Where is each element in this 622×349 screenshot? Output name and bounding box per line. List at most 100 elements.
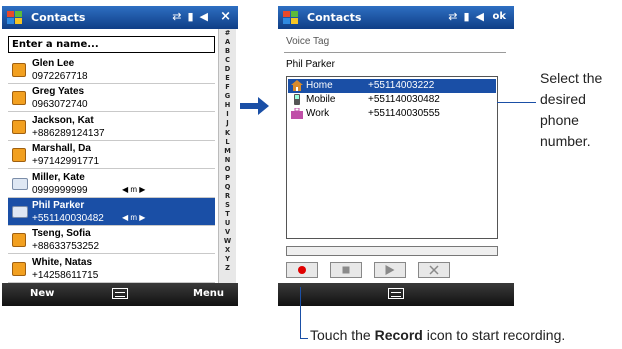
- alphabet-letter[interactable]: J: [219, 119, 236, 128]
- contact-icon: [12, 261, 26, 276]
- alphabet-letter[interactable]: S: [219, 201, 236, 210]
- signal-icon[interactable]: ▮: [463, 10, 469, 23]
- callout-line: [300, 338, 308, 339]
- contact-row[interactable]: Phil Parker +551140030482 ◀ m ▶: [8, 198, 215, 226]
- alphabet-letter[interactable]: #: [219, 29, 236, 38]
- alphabet-letter[interactable]: Q: [219, 183, 236, 192]
- record-button[interactable]: [286, 262, 318, 278]
- connectivity-icon[interactable]: ⇄: [448, 10, 457, 23]
- phone-label: Home: [306, 80, 333, 91]
- alphabet-letter[interactable]: Y: [219, 255, 236, 264]
- alphabet-letter[interactable]: U: [219, 219, 236, 228]
- ok-button[interactable]: ok: [492, 11, 506, 22]
- alphabet-letter[interactable]: V: [219, 228, 236, 237]
- contact-number: 0999999999: [32, 184, 88, 196]
- windows-start-icon[interactable]: [283, 10, 299, 25]
- alphabet-letter[interactable]: T: [219, 210, 236, 219]
- contact-name: Marshall, Da: [32, 143, 91, 155]
- contact-name: Phil Parker: [32, 200, 85, 211]
- alphabet-letter[interactable]: Z: [219, 264, 236, 273]
- alphabet-letter[interactable]: K: [219, 129, 236, 138]
- alphabet-letter[interactable]: F: [219, 83, 236, 92]
- volume-icon[interactable]: ◀: [476, 10, 484, 23]
- alphabet-letter[interactable]: P: [219, 174, 236, 183]
- record-annotation: Touch the Record icon to start recording…: [310, 327, 566, 343]
- divider: [284, 52, 506, 53]
- recording-progress-bar: [286, 246, 498, 256]
- alphabet-letter[interactable]: D: [219, 65, 236, 74]
- alphabet-letter[interactable]: R: [219, 192, 236, 201]
- contact-row[interactable]: Jackson, Kat +886289124137: [8, 113, 215, 141]
- number-switcher[interactable]: ◀ m ▶: [122, 185, 145, 194]
- alphabet-letter[interactable]: N: [219, 156, 236, 165]
- contact-row[interactable]: Tseng, Sofia +88633753252: [8, 226, 215, 255]
- contact-row[interactable]: Glen Lee 0972267718: [8, 56, 215, 84]
- contact-name: Jackson, Kat: [32, 114, 94, 126]
- app-title: Contacts: [307, 11, 362, 24]
- card-icon: [12, 177, 28, 190]
- delete-button[interactable]: [418, 262, 450, 278]
- soft-key-bar: New Menu: [2, 283, 238, 306]
- volume-icon[interactable]: ◀: [200, 10, 208, 23]
- alphabet-letter[interactable]: W: [219, 237, 236, 246]
- alphabet-letter[interactable]: B: [219, 47, 236, 56]
- phone-number-item[interactable]: Mobile +551140030482: [288, 93, 496, 107]
- contact-row[interactable]: White, Natas +14258611715: [8, 255, 215, 283]
- phone-label: Mobile: [306, 94, 336, 105]
- voice-tag-screen: Contacts ⇄ ▮ ◀ ok Voice Tag Phil Parker …: [278, 6, 514, 306]
- menu-softkey[interactable]: Menu: [193, 288, 224, 299]
- alphabet-index[interactable]: # A B C D E F G H I J K L M N O P Q R S T U V W X Y Z: [218, 29, 236, 283]
- phone-number: +551140030482: [368, 94, 440, 105]
- signal-icon[interactable]: ▮: [187, 10, 193, 23]
- contact-name: White, Natas: [32, 256, 93, 268]
- contact-icon: [12, 148, 26, 163]
- alphabet-letter[interactable]: L: [219, 138, 236, 147]
- contact-list: Glen Lee 0972267718 Greg Yates 0963072740 Ja…: [8, 56, 215, 283]
- contact-row[interactable]: Marshall, Da +97142991771: [8, 141, 215, 170]
- play-icon: [385, 265, 395, 275]
- select-phone-annotation: Select the desired phone number.: [540, 70, 603, 149]
- alphabet-letter[interactable]: E: [219, 74, 236, 83]
- contact-row[interactable]: Greg Yates 0963072740: [8, 84, 215, 113]
- phone-number: +551140030555: [368, 108, 440, 119]
- alphabet-letter[interactable]: H: [219, 101, 236, 110]
- alphabet-letter[interactable]: A: [219, 38, 236, 47]
- search-input[interactable]: Enter a name...: [8, 36, 215, 53]
- contact-icon: [12, 63, 26, 77]
- alphabet-letter[interactable]: C: [219, 56, 236, 65]
- contact-row[interactable]: Miller, Kate 0999999999 ◀ m ▶: [8, 170, 215, 198]
- close-button[interactable]: ×: [220, 9, 231, 24]
- alphabet-letter[interactable]: G: [219, 92, 236, 101]
- alphabet-letter[interactable]: I: [219, 110, 236, 119]
- windows-start-icon[interactable]: [7, 10, 23, 25]
- contacts-screen: Contacts ⇄ ▮ ◀ × Enter a name... Glen Le…: [2, 6, 238, 306]
- title-bar: Contacts ⇄ ▮ ◀ ok: [278, 6, 514, 29]
- number-switcher[interactable]: ◀ m ▶: [122, 213, 145, 222]
- recording-controls: [286, 262, 498, 278]
- phone-number: +55114003222: [368, 80, 435, 91]
- contact-number: 0972267718: [32, 71, 88, 82]
- contact-number: +97142991771: [32, 156, 100, 168]
- stop-button[interactable]: [330, 262, 362, 278]
- connectivity-icon[interactable]: ⇄: [172, 10, 181, 23]
- contact-icon: [12, 233, 26, 248]
- alphabet-letter[interactable]: M: [219, 147, 236, 156]
- phone-number-item[interactable]: Home +55114003222: [288, 79, 496, 93]
- contact-number: 0963072740: [32, 99, 88, 111]
- contact-name: Phil Parker: [286, 59, 335, 70]
- new-softkey[interactable]: New: [30, 288, 54, 299]
- home-icon: [291, 80, 303, 91]
- play-button[interactable]: [374, 262, 406, 278]
- work-icon: [291, 108, 303, 119]
- alphabet-letter[interactable]: O: [219, 165, 236, 174]
- keyboard-icon[interactable]: [388, 288, 404, 299]
- phone-number-item[interactable]: Work +551140030555: [288, 107, 496, 121]
- arrow-right-icon: [240, 97, 269, 115]
- card-icon: [12, 206, 28, 218]
- mobile-icon: [294, 94, 300, 105]
- keyboard-icon[interactable]: [112, 288, 128, 299]
- callout-line: [497, 102, 536, 103]
- alphabet-letter[interactable]: X: [219, 246, 236, 255]
- contact-name: Miller, Kate: [32, 171, 85, 183]
- contact-number: +14258611715: [32, 269, 99, 281]
